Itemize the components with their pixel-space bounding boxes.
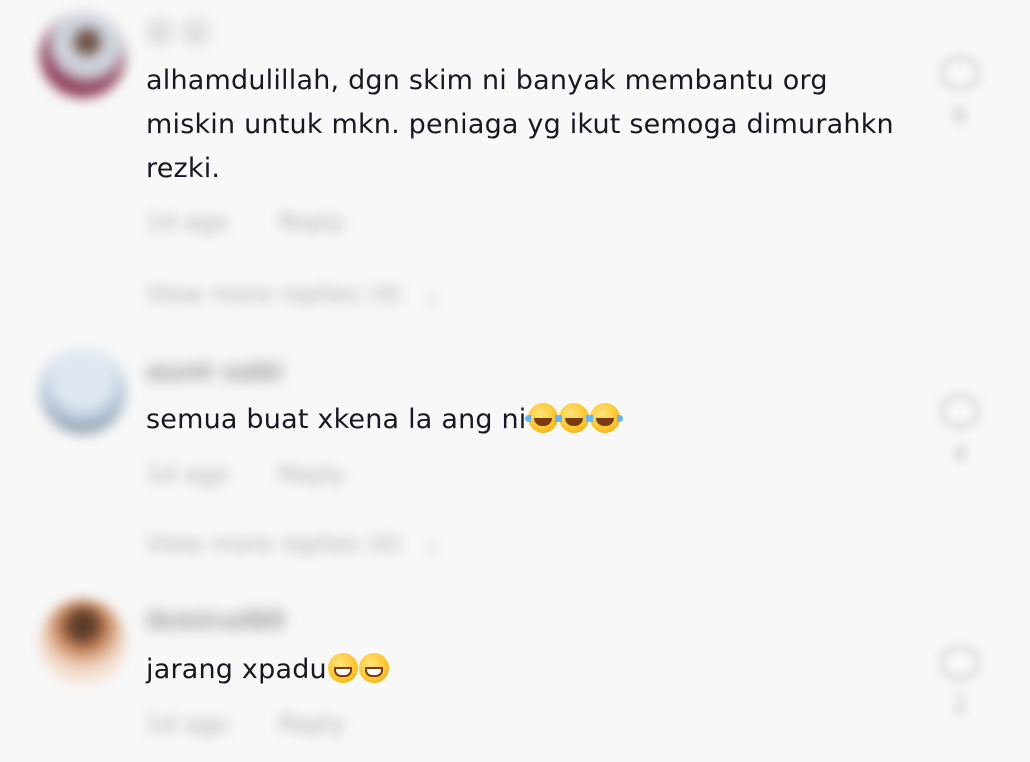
comment-time: 1d ago (146, 208, 229, 236)
comment-username[interactable]: ☺ ☺ (146, 18, 209, 48)
chevron-down-icon: ⌄ (421, 530, 442, 558)
heart-icon (940, 56, 980, 90)
like-count: 2 (953, 694, 967, 719)
like-button[interactable]: 2 (936, 646, 984, 719)
heart-icon (940, 394, 980, 428)
view-replies-button[interactable]: View more replies (4) ⌄ (146, 530, 442, 558)
joy-emoji-icon (524, 403, 561, 433)
chevron-down-icon: ⌄ (421, 280, 442, 308)
view-replies-button[interactable]: View more replies (4) ⌄ (146, 280, 442, 308)
avatar[interactable] (40, 600, 126, 686)
comment-text-body: jarang xpadu (146, 654, 327, 685)
joy-emoji-icon (555, 403, 592, 433)
grin-emoji-icon (358, 653, 389, 683)
like-count: 4 (953, 442, 967, 467)
joy-emoji-icon (586, 403, 623, 433)
comment-list: ☺ ☺ alhamdulillah, dgn skim ni banyak me… (0, 0, 1030, 762)
comment-text-body: semua buat xkena la ang ni (146, 404, 527, 435)
grin-emoji-icon (327, 653, 358, 683)
reply-button[interactable]: Reply (279, 208, 345, 236)
comment-meta: 1d ago Reply (146, 460, 345, 488)
comment-username[interactable]: aunt sabi (146, 357, 283, 387)
reply-button[interactable]: Reply (279, 460, 345, 488)
comment-meta: 1d ago Reply (146, 208, 345, 236)
like-button[interactable]: 6 (936, 56, 984, 129)
heart-icon (940, 646, 980, 680)
like-button[interactable]: 4 (936, 394, 984, 467)
reply-button[interactable]: Reply (279, 710, 345, 738)
comment-time: 1d ago (146, 460, 229, 488)
comment-text: jarang xpadu (146, 648, 916, 692)
view-replies-label: View more replies (4) (146, 530, 402, 558)
comment-meta: 1d ago Reply (146, 710, 345, 738)
avatar[interactable] (40, 348, 126, 434)
like-count: 6 (953, 104, 967, 129)
comment-username[interactable]: ikmirul60 (146, 606, 285, 636)
comment-text: alhamdulillah, dgn skim ni banyak memban… (146, 65, 894, 184)
comment-time: 1d ago (146, 710, 229, 738)
avatar[interactable] (40, 12, 126, 98)
comment-text: semua buat xkena la ang ni (146, 398, 916, 442)
view-replies-label: View more replies (4) (146, 280, 402, 308)
